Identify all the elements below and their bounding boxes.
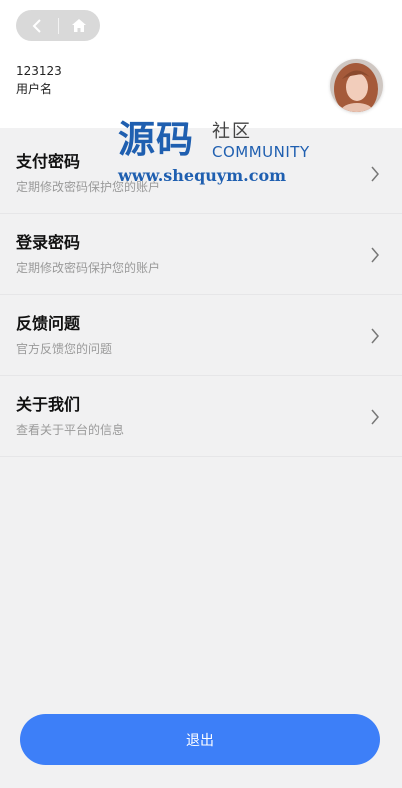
chevron-right-icon <box>371 409 379 425</box>
menu-item-title: 登录密码 <box>16 233 81 252</box>
user-id: 123123 <box>16 64 62 78</box>
menu-item-payment-password[interactable]: 支付密码 定期修改密码保护您的账户 <box>0 133 402 214</box>
nav-capsule <box>16 10 100 41</box>
back-button[interactable] <box>16 10 58 41</box>
menu-item-subtitle: 官方反馈您的问题 <box>16 342 113 356</box>
settings-menu: 支付密码 定期修改密码保护您的账户 登录密码 定期修改密码保护您的账户 反馈问题… <box>0 133 402 457</box>
chevron-right-icon <box>371 328 379 344</box>
home-icon <box>72 19 87 32</box>
chevron-right-icon <box>371 247 379 263</box>
menu-item-title: 关于我们 <box>16 395 81 414</box>
menu-item-title: 反馈问题 <box>16 314 81 333</box>
chevron-right-icon <box>371 166 379 182</box>
menu-item-subtitle: 查看关于平台的信息 <box>16 423 125 437</box>
home-button[interactable] <box>58 10 100 41</box>
logout-button[interactable]: 退出 <box>20 714 380 765</box>
menu-item-login-password[interactable]: 登录密码 定期修改密码保护您的账户 <box>0 214 402 295</box>
menu-item-subtitle: 定期修改密码保护您的账户 <box>16 261 161 275</box>
chevron-left-icon <box>32 18 41 33</box>
menu-item-feedback[interactable]: 反馈问题 官方反馈您的问题 <box>0 295 402 376</box>
user-name: 用户名 <box>16 82 53 96</box>
avatar-image <box>330 59 383 112</box>
profile-header: 123123 用户名 <box>0 0 402 128</box>
menu-item-subtitle: 定期修改密码保护您的账户 <box>16 180 161 194</box>
menu-item-about-us[interactable]: 关于我们 查看关于平台的信息 <box>0 376 402 457</box>
avatar[interactable] <box>330 59 383 112</box>
menu-item-title: 支付密码 <box>16 152 81 171</box>
